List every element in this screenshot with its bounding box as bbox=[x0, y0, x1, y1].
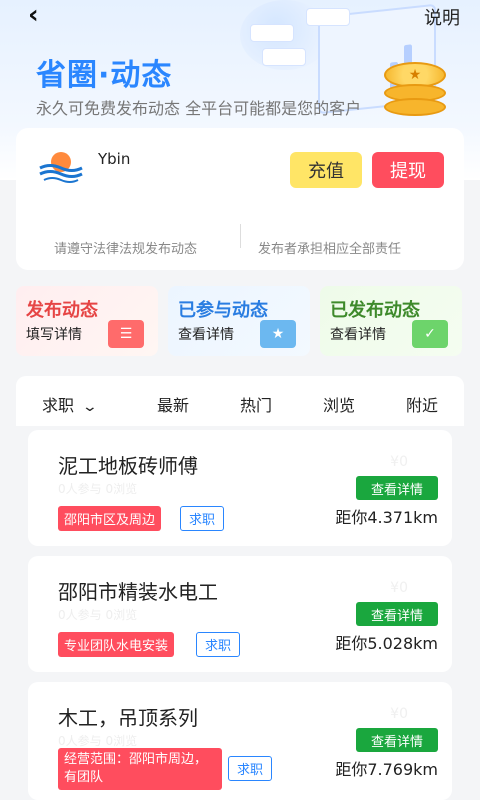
chevron-down-icon: ⌄ bbox=[81, 399, 99, 415]
divider bbox=[240, 224, 241, 248]
published-feeds-card[interactable]: 已发布动态 查看详情 ✓ bbox=[320, 286, 462, 356]
area-tag: 经营范围：邵阳市周边，有团队 bbox=[58, 748, 222, 790]
recharge-button[interactable]: 充值 bbox=[290, 152, 362, 188]
feature-title: 发布动态 bbox=[26, 300, 98, 321]
account-card: Ybin 充值 提现 请遵守法律法规发布动态 发布者承担相应全部责任 bbox=[16, 128, 464, 270]
area-tag: 专业团队水电安装 bbox=[58, 632, 175, 657]
star-badge-icon: ★ bbox=[260, 320, 296, 348]
distance-label: 距你5.028km bbox=[335, 634, 438, 653]
tab-nearby[interactable]: 附近 bbox=[406, 392, 438, 416]
check-icon: ✓ bbox=[412, 320, 448, 348]
feature-title: 已发布动态 bbox=[330, 300, 420, 321]
publish-feed-card[interactable]: 发布动态 填写详情 ☰ bbox=[16, 286, 158, 356]
coin-stack-icon: ★ bbox=[384, 62, 450, 116]
category-dropdown[interactable]: 求职 ⌄ bbox=[42, 392, 99, 416]
decor-card bbox=[306, 8, 350, 26]
tab-latest[interactable]: 最新 bbox=[157, 392, 189, 416]
list-item[interactable]: 邵阳市精装水电工 0人参与 0浏览 专业团队水电安装 求职 ¥0 查看详情 距你… bbox=[28, 556, 452, 672]
job-stats: 0人参与 0浏览 bbox=[58, 608, 138, 622]
view-details-button[interactable]: 查看详情 bbox=[356, 728, 438, 752]
job-stats: 0人参与 0浏览 bbox=[58, 482, 138, 496]
notice-responsibility: 发布者承担相应全部责任 bbox=[258, 242, 402, 257]
feature-title: 已参与动态 bbox=[178, 300, 268, 321]
decor-card bbox=[250, 24, 294, 42]
job-stats: 0人参与 0浏览 bbox=[58, 734, 138, 748]
distance-label: 距你4.371km bbox=[335, 508, 438, 527]
joined-feeds-card[interactable]: 已参与动态 查看详情 ★ bbox=[168, 286, 310, 356]
area-tag: 邵阳市区及周边 bbox=[58, 506, 162, 531]
page-title: 省圈·动态 bbox=[36, 58, 173, 93]
list-item[interactable]: 泥工地板砖师傅 0人参与 0浏览 邵阳市区及周边 求职 ¥0 查看详情 距你4.… bbox=[28, 430, 452, 546]
type-tag: 求职 bbox=[228, 756, 273, 781]
category-dropdown-label: 求职 bbox=[42, 396, 75, 415]
job-title: 木工，吊顶系列 bbox=[58, 706, 198, 730]
price-label: ¥0 bbox=[390, 706, 408, 722]
price-label: ¥0 bbox=[390, 580, 408, 596]
tab-views[interactable]: 浏览 bbox=[323, 392, 355, 416]
back-arrow-icon[interactable]: ‹ bbox=[28, 2, 52, 28]
coin-icon bbox=[384, 98, 446, 116]
avatar bbox=[39, 152, 83, 183]
distance-label: 距你7.769km bbox=[335, 760, 438, 779]
price-label: ¥0 bbox=[390, 454, 408, 470]
decor-card bbox=[262, 48, 306, 66]
withdraw-button[interactable]: 提现 bbox=[372, 152, 444, 188]
user-name: Ybin bbox=[98, 150, 131, 168]
view-details-button[interactable]: 查看详情 bbox=[356, 602, 438, 626]
type-tag: 求职 bbox=[180, 506, 225, 531]
notice-law: 请遵守法律法规发布动态 bbox=[54, 242, 198, 257]
view-details-button[interactable]: 查看详情 bbox=[356, 476, 438, 500]
filter-bar: 求职 ⌄ 最新 热门 浏览 附近 bbox=[16, 376, 464, 426]
help-link[interactable]: 说明 bbox=[424, 4, 460, 30]
type-tag: 求职 bbox=[196, 632, 241, 657]
tab-hot[interactable]: 热门 bbox=[240, 392, 272, 416]
job-title: 邵阳市精装水电工 bbox=[58, 580, 218, 604]
job-title: 泥工地板砖师傅 bbox=[58, 454, 198, 478]
page-subtitle: 永久可免费发布动态 全平台可能都是您的客户 bbox=[36, 99, 362, 118]
list-item[interactable]: 木工，吊顶系列 0人参与 0浏览 经营范围：邵阳市周边，有团队 求职 ¥0 查看… bbox=[28, 682, 452, 800]
document-icon: ☰ bbox=[108, 320, 144, 348]
